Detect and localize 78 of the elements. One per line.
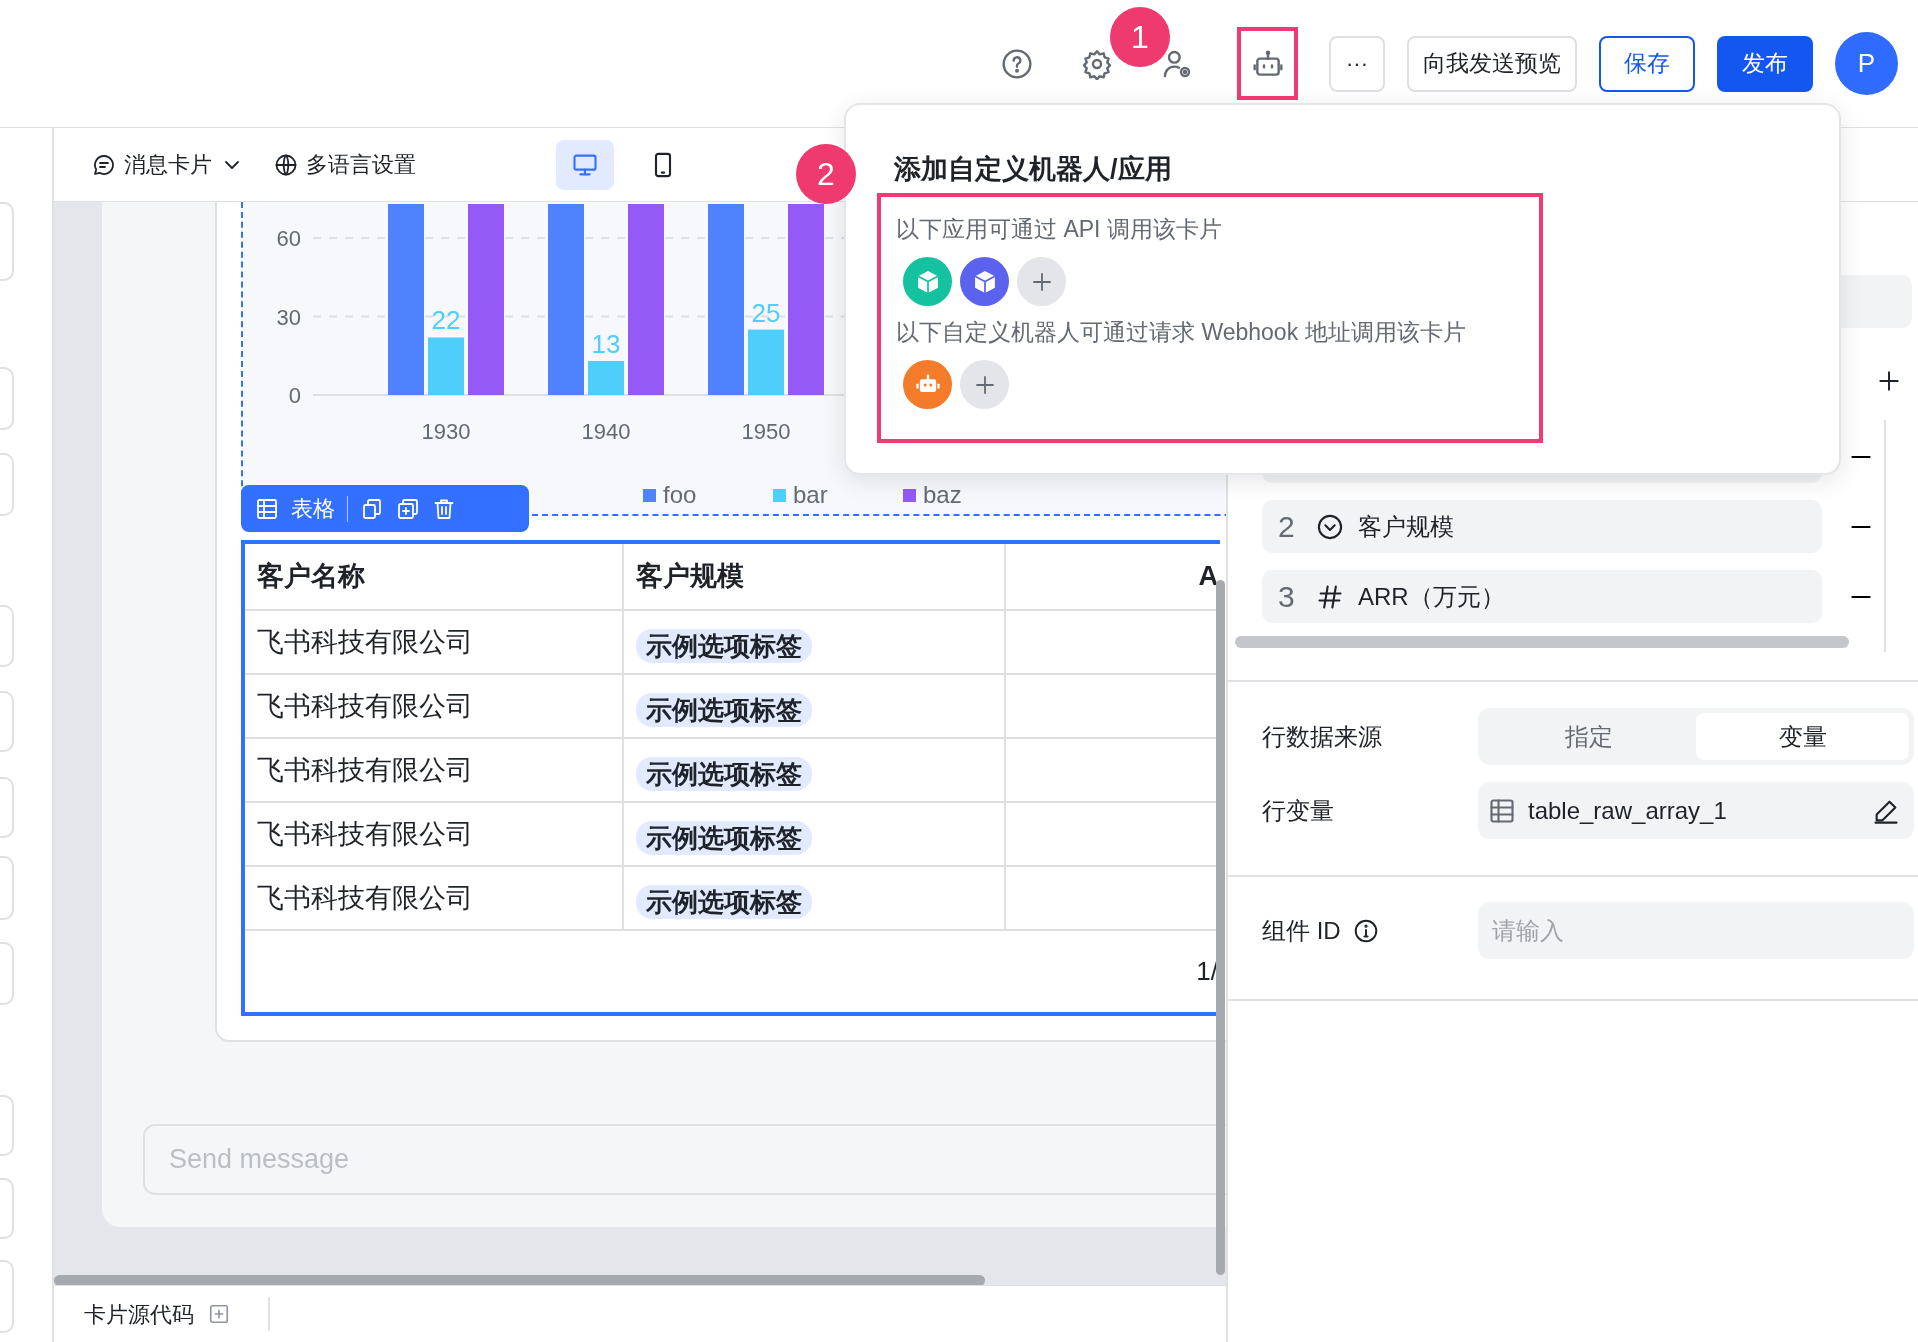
section-text: 以下应用可通过 API 调用该卡片 [896, 215, 1223, 244]
bar [428, 337, 464, 395]
message-input[interactable]: Send message [143, 1124, 1226, 1195]
axis-tick-label: 1950 [741, 419, 791, 444]
legend-swatch [903, 489, 916, 502]
axis-tick-label: 60 [276, 226, 301, 251]
column-label: 客户规模 [1358, 511, 1454, 542]
globe-icon [274, 152, 298, 177]
copy-icon[interactable] [360, 496, 384, 521]
data-label: 22 [431, 305, 461, 336]
field-label: 行变量 [1262, 795, 1335, 826]
column-number: 3 [1278, 579, 1296, 615]
add-button[interactable] [960, 360, 1009, 409]
column-label: ARR（万元） [1358, 581, 1505, 612]
save-button[interactable]: 保存 [1599, 35, 1695, 92]
card-type-dropdown[interactable]: 消息卡片 [82, 148, 254, 181]
cube-app-icon[interactable] [903, 257, 952, 306]
horizontal-scrollbar[interactable] [1235, 636, 1849, 648]
table-icon [1487, 796, 1516, 825]
segment-option[interactable]: 指定 [1483, 713, 1696, 760]
step-callout-tooltip: 1 [1110, 7, 1170, 67]
source-code-tab[interactable]: 卡片源代码 [78, 1297, 236, 1331]
popover-title: 添加自定义机器人/应用 [894, 153, 1173, 186]
desktop-view-button[interactable] [556, 139, 614, 190]
section-text: 以下自定义机器人可通过请求 Webhook 地址调用该卡片 [896, 318, 1467, 347]
legend-label: bar [793, 481, 828, 508]
data-label: 25 [751, 297, 781, 328]
table-icon [255, 496, 279, 521]
cube-app-icon[interactable] [960, 257, 1009, 306]
option-tag: 示例选项标签 [636, 693, 812, 727]
column-number: 2 [1278, 509, 1296, 545]
option-tag: 示例选项标签 [636, 629, 812, 663]
column-header: 客户规模 [624, 544, 1006, 611]
option-tag: 示例选项标签 [636, 757, 812, 791]
legend-label: foo [663, 481, 697, 508]
bar [588, 361, 624, 395]
axis-tick-label: 1940 [581, 419, 631, 444]
horizontal-scrollbar[interactable] [54, 1275, 985, 1285]
more-button[interactable]: ··· [1329, 35, 1385, 92]
vertical-scrollbar[interactable] [1216, 580, 1225, 1275]
field-label: 行数据来源 [1262, 721, 1383, 752]
legend-label: baz [923, 481, 962, 508]
option-tag: 示例选项标签 [636, 885, 812, 919]
axis-tick-label: 0 [288, 383, 301, 408]
table-cell: 飞书科技有限公司 [245, 867, 624, 931]
option-tag: 示例选项标签 [636, 821, 812, 855]
component-id-input[interactable]: 请输入 [1478, 902, 1914, 959]
duplicate-icon[interactable] [396, 496, 420, 521]
table-cell: 飞书科技有限公司 [245, 611, 624, 675]
table-cell: 飞书科技有限公司 [245, 675, 624, 739]
add-button[interactable] [1017, 257, 1066, 306]
data-label: 13 [591, 329, 621, 359]
variable-field[interactable]: table_raw_array_1 [1477, 782, 1914, 839]
table-label: 表格 [291, 495, 335, 523]
step-callout-tooltip: 2 [796, 144, 856, 204]
variable-value: table_raw_array_1 [1527, 795, 1728, 826]
avatar[interactable]: P [1835, 32, 1898, 95]
publish-button[interactable]: 发布 [1717, 35, 1813, 92]
dropdown-icon [1316, 512, 1344, 541]
language-settings-button[interactable]: 多语言设置 [264, 148, 426, 181]
preview-button[interactable]: 向我发送预览 [1407, 35, 1577, 92]
axis-tick-label: 1930 [421, 419, 471, 444]
table-cell: 飞书科技有限公司 [245, 739, 624, 803]
axis-tick-label: 30 [276, 304, 301, 330]
legend-swatch [643, 489, 656, 502]
segment-option[interactable]: 变量 [1696, 713, 1909, 760]
column-item[interactable]: 2 客户规模 [1262, 500, 1822, 553]
field-label: 组件 ID [1262, 915, 1341, 946]
bar [748, 329, 784, 395]
info-icon[interactable] [1352, 917, 1379, 944]
message-icon [92, 152, 116, 177]
column-header: 客户名称 [245, 544, 624, 611]
robot-button[interactable] [1237, 27, 1298, 100]
column-item[interactable]: 3 ARR（万元） [1262, 570, 1822, 623]
robot-app-icon[interactable] [903, 360, 952, 409]
table-cell: 飞书科技有限公司 [245, 803, 624, 867]
legend-swatch [773, 489, 786, 502]
hash-icon [1316, 582, 1344, 611]
